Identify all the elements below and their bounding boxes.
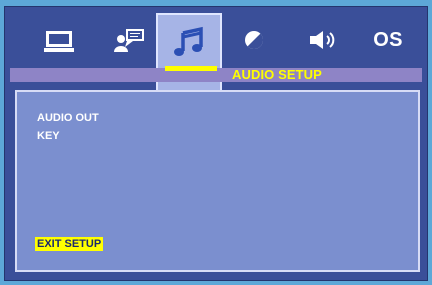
tab-general[interactable] xyxy=(29,12,89,68)
tab-video[interactable] xyxy=(224,12,284,68)
tab-strip: OS xyxy=(10,12,422,94)
page-title: AUDIO SETUP xyxy=(232,67,322,82)
user-speech-icon xyxy=(114,29,144,52)
contrast-icon xyxy=(245,31,264,50)
speaker-icon xyxy=(310,31,335,49)
monitor-icon xyxy=(44,31,74,52)
exit-setup-button[interactable]: EXIT SETUP xyxy=(35,237,104,251)
menu-item-key[interactable]: KEY xyxy=(37,130,60,142)
music-note-icon xyxy=(174,26,203,56)
menu-item-audio-out[interactable]: AUDIO OUT xyxy=(37,112,99,124)
setup-content-panel: AUDIO OUT KEY EXIT SETUP xyxy=(15,90,420,272)
tab-speaker[interactable] xyxy=(292,12,352,68)
os-label: OS xyxy=(373,28,403,51)
tab-language[interactable] xyxy=(99,12,159,68)
selected-tab-indicator xyxy=(165,66,217,71)
tab-os[interactable]: OS xyxy=(358,12,418,68)
